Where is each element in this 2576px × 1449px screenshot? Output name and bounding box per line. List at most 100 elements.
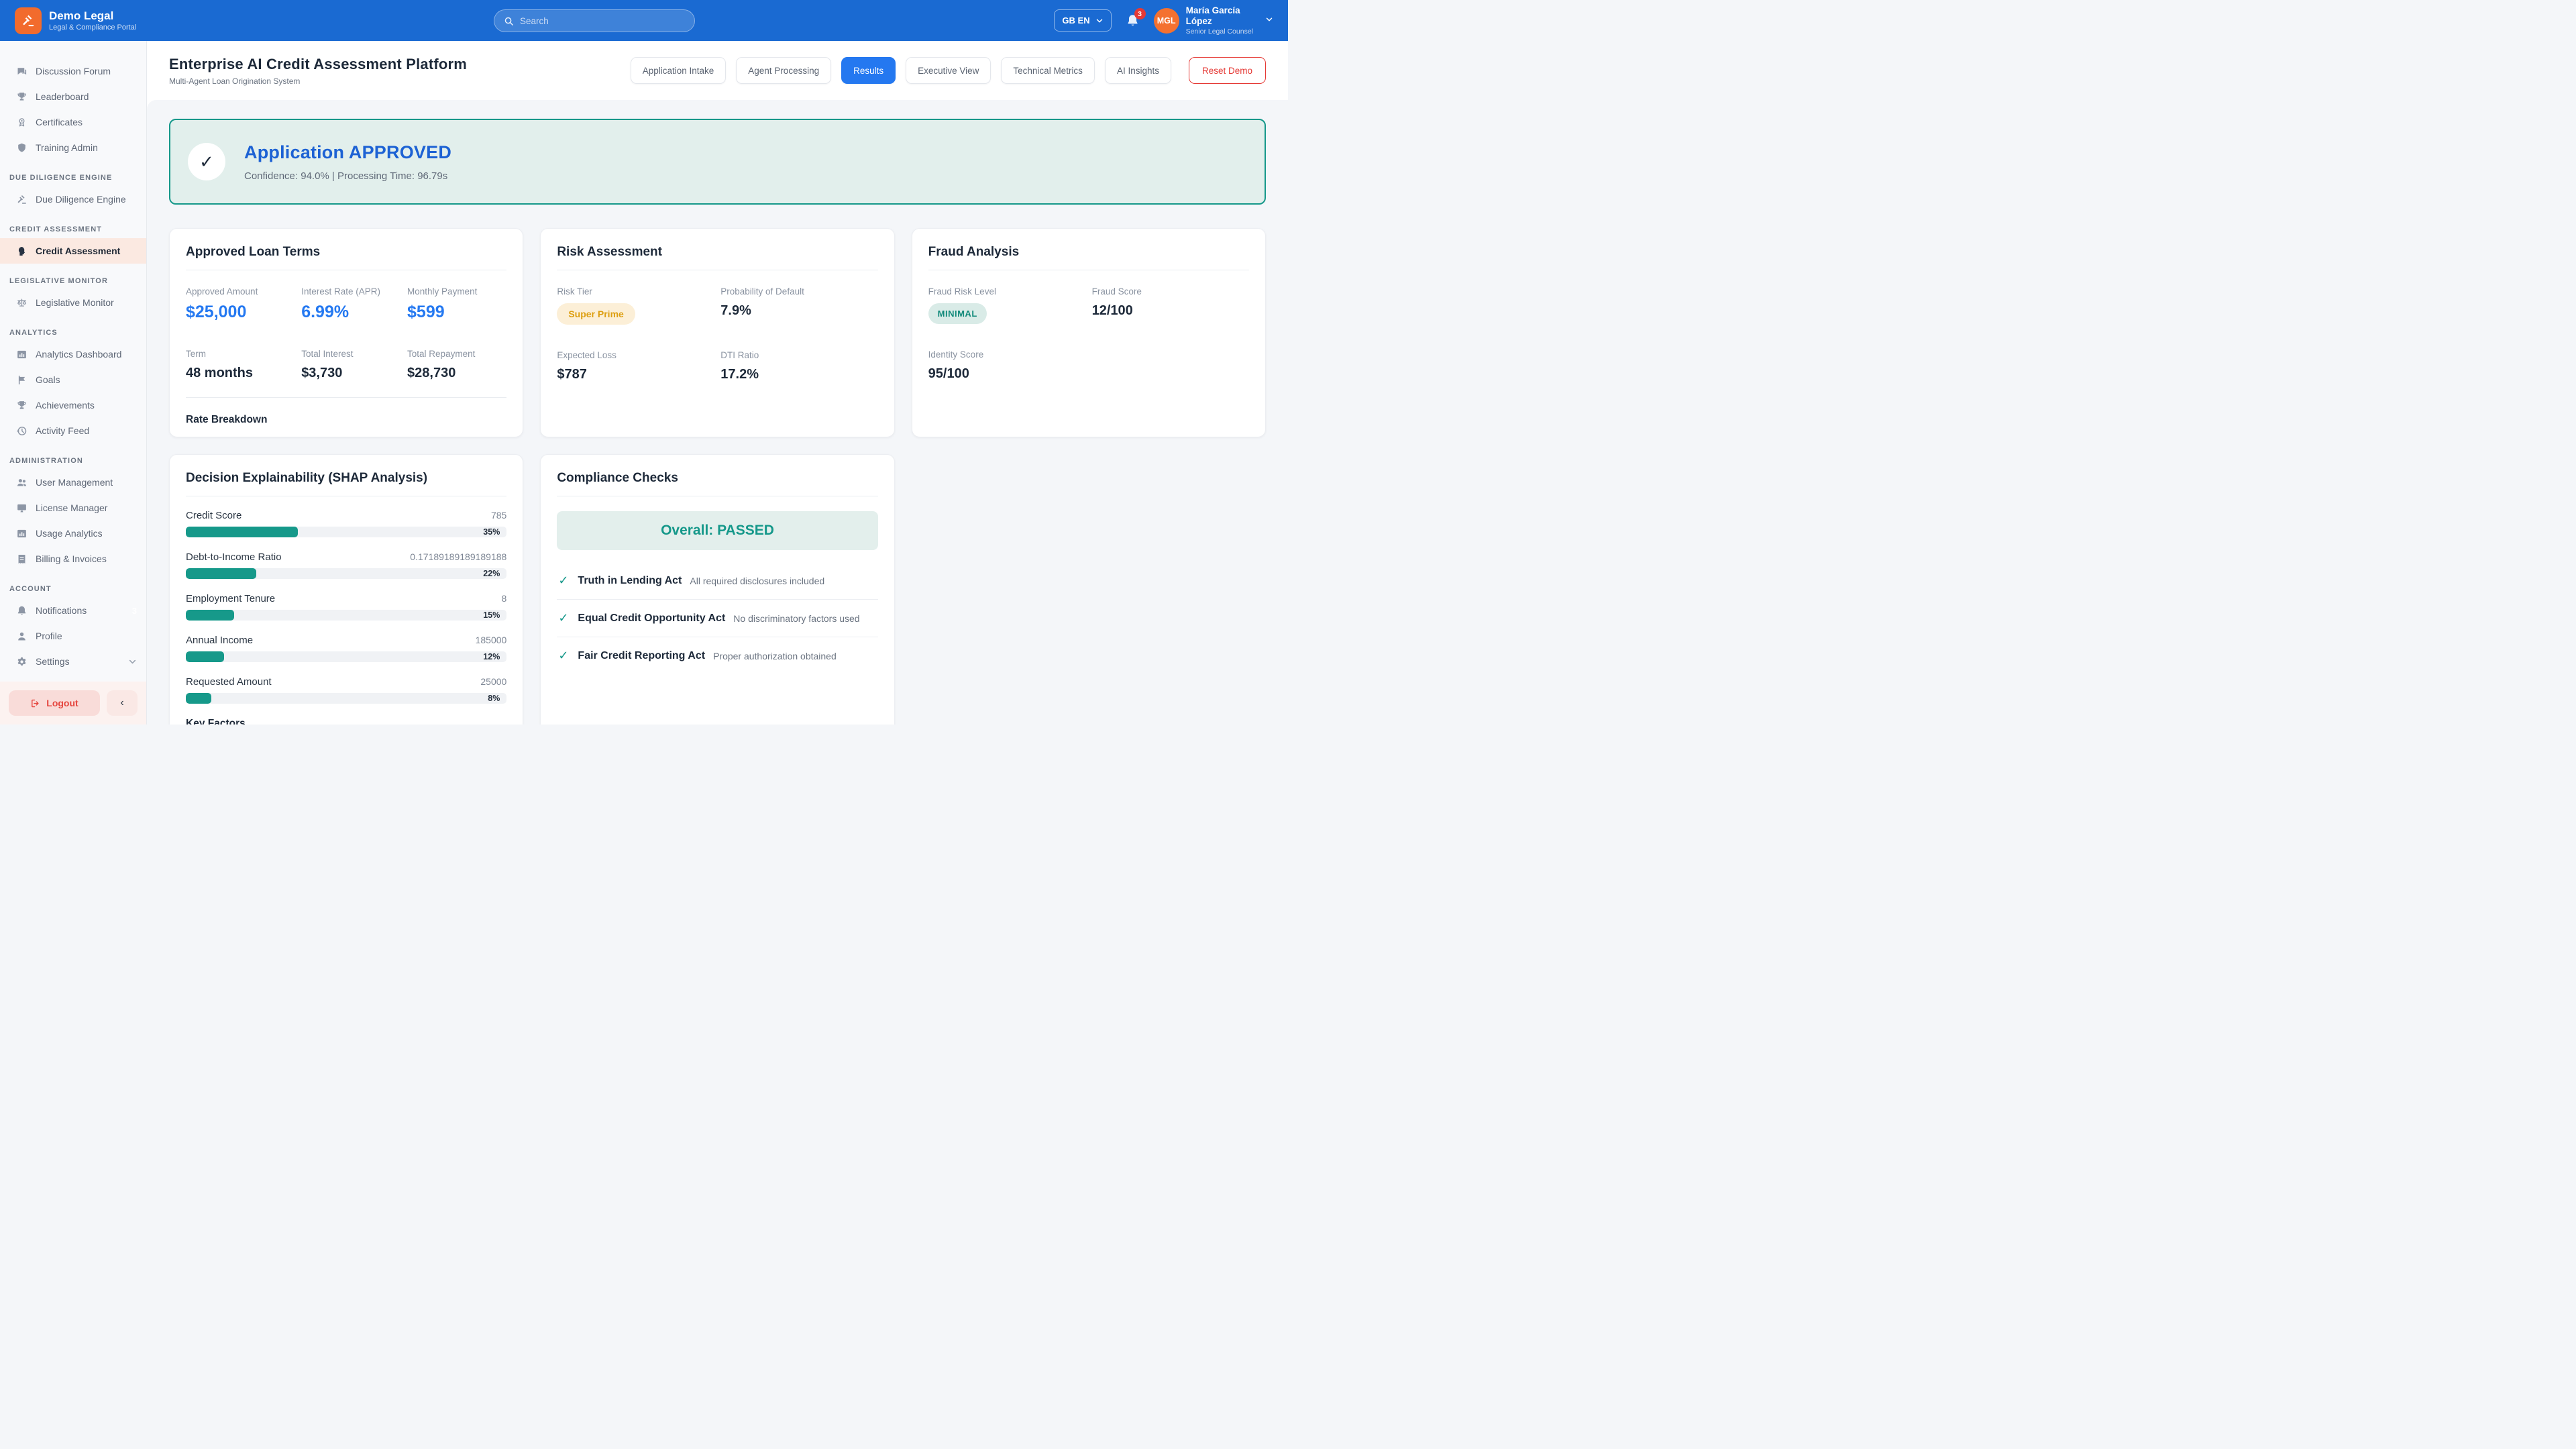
- gear-icon: [16, 656, 28, 667]
- total-repayment-value: $28,730: [407, 366, 506, 381]
- sidebar-item-certificates[interactable]: Certificates: [0, 109, 146, 135]
- sidebar-item-user-management[interactable]: User Management: [0, 470, 146, 495]
- sidebar-item-usage-analytics[interactable]: Usage Analytics: [0, 521, 146, 546]
- approved-loan-terms-card: Approved Loan Terms Approved Amount $25,…: [169, 228, 523, 437]
- view-tabs: Application Intake Agent Processing Resu…: [631, 57, 1171, 84]
- language-selector[interactable]: GB EN: [1054, 9, 1111, 32]
- sidebar-item-analytics-dashboard[interactable]: Analytics Dashboard: [0, 341, 146, 367]
- shap-row-dti: Debt-to-Income Ratio 0.17189189189189188…: [186, 551, 506, 579]
- tab-application-intake[interactable]: Application Intake: [631, 57, 727, 84]
- sidebar-item-notifications[interactable]: Notifications 3: [0, 598, 146, 623]
- shap-row-requested-amount: Requested Amount 25000 8%: [186, 676, 506, 704]
- sidebar: Discussion Forum Leaderboard Certificate…: [0, 41, 147, 724]
- sidebar-item-credit-assessment[interactable]: Credit Assessment: [0, 238, 146, 264]
- approval-banner: ✓ Application APPROVED Confidence: 94.0%…: [169, 119, 1266, 205]
- brand[interactable]: Demo Legal Legal & Compliance Portal: [15, 7, 136, 34]
- sidebar-item-training-admin[interactable]: Training Admin: [0, 135, 146, 160]
- sidebar-item-due-diligence-engine[interactable]: Due Diligence Engine: [0, 186, 146, 212]
- reset-demo-button[interactable]: Reset Demo: [1189, 57, 1266, 84]
- field-risk-tier: Risk Tier Super Prime: [557, 286, 720, 325]
- sidebar-item-settings[interactable]: Settings: [0, 649, 146, 674]
- chart-icon: [16, 528, 28, 539]
- tab-technical-metrics[interactable]: Technical Metrics: [1001, 57, 1095, 84]
- empty-grid-cell: [912, 454, 1266, 724]
- sidebar-item-goals[interactable]: Goals: [0, 367, 146, 392]
- field-interest-rate: Interest Rate (APR) 6.99%: [301, 286, 407, 322]
- notification-badge: 3: [1134, 8, 1146, 19]
- tab-agent-processing[interactable]: Agent Processing: [736, 57, 831, 84]
- receipt-icon: [16, 553, 28, 565]
- monitor-icon: [16, 502, 28, 514]
- brain-icon: [16, 246, 28, 257]
- approval-title: Application APPROVED: [244, 142, 451, 163]
- sidebar-item-achievements[interactable]: Achievements: [0, 392, 146, 418]
- shap-bar: 35%: [186, 527, 506, 537]
- sidebar-item-legislative-monitor[interactable]: Legislative Monitor: [0, 290, 146, 315]
- logout-button[interactable]: Logout: [9, 690, 100, 716]
- check-circle-icon: ✓: [188, 143, 225, 180]
- field-expected-loss: Expected Loss $787: [557, 350, 720, 382]
- section-header-credit-assessment: CREDIT ASSESSMENT: [0, 212, 146, 238]
- field-total-interest: Total Interest $3,730: [301, 349, 407, 381]
- chart-icon: [16, 349, 28, 360]
- content-area: ✓ Application APPROVED Confidence: 94.0%…: [147, 100, 1288, 724]
- risk-assessment-card: Risk Assessment Risk Tier Super Prime Pr…: [540, 228, 894, 437]
- logout-icon: [30, 698, 40, 708]
- card-title: Approved Loan Terms: [186, 245, 506, 260]
- check-icon: ✓: [558, 649, 568, 663]
- page-header: Enterprise AI Credit Assessment Platform…: [147, 41, 1288, 100]
- fraud-level-badge: MINIMAL: [928, 303, 987, 324]
- key-factors-title: Key Factors: [186, 718, 506, 724]
- shield-icon: [16, 142, 28, 154]
- tab-results[interactable]: Results: [841, 57, 896, 84]
- expected-loss-value: $787: [557, 367, 720, 382]
- tab-ai-insights[interactable]: AI Insights: [1105, 57, 1171, 84]
- section-header-account: ACCOUNT: [0, 572, 146, 598]
- language-label: GB EN: [1062, 15, 1089, 25]
- sidebar-item-billing-invoices[interactable]: Billing & Invoices: [0, 546, 146, 572]
- user-menu[interactable]: MGL María García López Senior Legal Coun…: [1154, 5, 1273, 36]
- medal-icon: [16, 117, 28, 128]
- sidebar-footer: Logout ‹: [0, 682, 146, 724]
- rate-breakdown-title: Rate Breakdown: [186, 414, 506, 426]
- sidebar-item-leaderboard[interactable]: Leaderboard: [0, 84, 146, 109]
- check-icon: ✓: [558, 611, 568, 625]
- chat-icon: [16, 66, 28, 77]
- section-header-due-diligence: DUE DILIGENCE ENGINE: [0, 160, 146, 186]
- monthly-payment-value: $599: [407, 303, 506, 322]
- card-title: Compliance Checks: [557, 471, 877, 486]
- sidebar-item-license-manager[interactable]: License Manager: [0, 495, 146, 521]
- notifications-count-badge: 3: [132, 606, 137, 616]
- history-icon: [16, 425, 28, 437]
- sidebar-collapse-button[interactable]: ‹: [107, 690, 138, 716]
- shap-bar: 15%: [186, 610, 506, 621]
- approval-subtitle: Confidence: 94.0% | Processing Time: 96.…: [244, 170, 451, 182]
- avatar: MGL: [1154, 8, 1179, 34]
- field-identity-score: Identity Score 95/100: [928, 350, 1092, 382]
- compliance-row-fair-credit: ✓ Fair Credit Reporting Act Proper autho…: [557, 637, 877, 674]
- sidebar-item-profile[interactable]: Profile: [0, 623, 146, 649]
- shap-analysis-card: Decision Explainability (SHAP Analysis) …: [169, 454, 523, 724]
- fraud-analysis-card: Fraud Analysis Fraud Risk Level MINIMAL …: [912, 228, 1266, 437]
- search-input[interactable]: [520, 16, 685, 26]
- section-header-legislative-monitor: LEGISLATIVE MONITOR: [0, 264, 146, 290]
- tab-executive-view[interactable]: Executive View: [906, 57, 991, 84]
- field-dti-ratio: DTI Ratio 17.2%: [720, 350, 877, 382]
- search-icon: [504, 16, 514, 26]
- compliance-row-equal-credit: ✓ Equal Credit Opportunity Act No discri…: [557, 599, 877, 637]
- global-search[interactable]: [494, 9, 695, 32]
- term-value: 48 months: [186, 366, 301, 381]
- field-term: Term 48 months: [186, 349, 301, 381]
- app-name: Demo Legal: [49, 9, 136, 23]
- flag-icon: [16, 374, 28, 386]
- sidebar-item-activity-feed[interactable]: Activity Feed: [0, 418, 146, 443]
- shap-row-annual-income: Annual Income 185000 12%: [186, 635, 506, 662]
- notifications-button[interactable]: 3: [1126, 13, 1140, 28]
- card-title: Fraud Analysis: [928, 245, 1249, 260]
- trophy-icon: [16, 91, 28, 103]
- interest-rate-value: 6.99%: [301, 303, 407, 322]
- bell-icon: [16, 605, 28, 616]
- sidebar-item-discussion-forum[interactable]: Discussion Forum: [0, 58, 146, 84]
- divider: [186, 397, 506, 398]
- app-subtitle: Legal & Compliance Portal: [49, 23, 136, 32]
